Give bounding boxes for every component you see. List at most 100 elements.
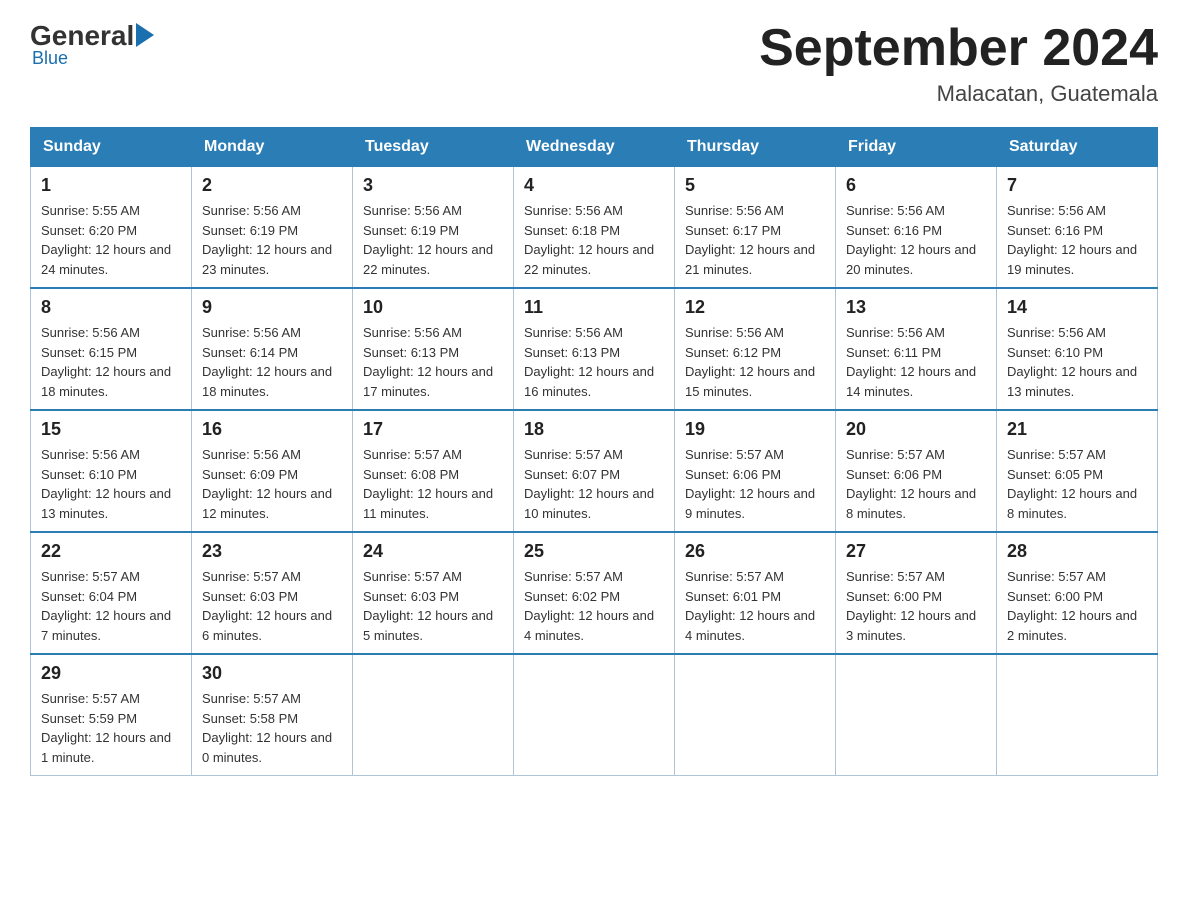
day-info: Sunrise: 5:55 AMSunset: 6:20 PMDaylight:… bbox=[41, 201, 181, 279]
day-number: 1 bbox=[41, 175, 181, 196]
logo-subtitle: Blue bbox=[32, 48, 68, 69]
day-info: Sunrise: 5:57 AMSunset: 6:03 PMDaylight:… bbox=[202, 567, 342, 645]
day-info: Sunrise: 5:56 AMSunset: 6:18 PMDaylight:… bbox=[524, 201, 664, 279]
daylight-text: Daylight: 12 hours and 13 minutes. bbox=[41, 486, 171, 521]
table-row: 13 Sunrise: 5:56 AMSunset: 6:11 PMDayligh… bbox=[836, 288, 997, 410]
day-info: Sunrise: 5:57 AMSunset: 5:59 PMDaylight:… bbox=[41, 689, 181, 767]
calendar-table: Sunday Monday Tuesday Wednesday Thursday… bbox=[30, 127, 1158, 776]
sunrise-text: Sunrise: 5:56 AM bbox=[685, 203, 784, 218]
sunset-text: Sunset: 6:19 PM bbox=[363, 223, 459, 238]
table-row: 8 Sunrise: 5:56 AMSunset: 6:15 PMDaylight… bbox=[31, 288, 192, 410]
table-row: 24 Sunrise: 5:57 AMSunset: 6:03 PMDayligh… bbox=[353, 532, 514, 654]
day-info: Sunrise: 5:57 AMSunset: 5:58 PMDaylight:… bbox=[202, 689, 342, 767]
sunrise-text: Sunrise: 5:57 AM bbox=[202, 691, 301, 706]
daylight-text: Daylight: 12 hours and 20 minutes. bbox=[846, 242, 976, 277]
day-number: 7 bbox=[1007, 175, 1147, 196]
sunset-text: Sunset: 6:05 PM bbox=[1007, 467, 1103, 482]
sunrise-text: Sunrise: 5:57 AM bbox=[685, 569, 784, 584]
daylight-text: Daylight: 12 hours and 15 minutes. bbox=[685, 364, 815, 399]
daylight-text: Daylight: 12 hours and 4 minutes. bbox=[685, 608, 815, 643]
daylight-text: Daylight: 12 hours and 17 minutes. bbox=[363, 364, 493, 399]
table-row: 2Sunrise: 5:56 AMSunset: 6:19 PMDaylight… bbox=[192, 167, 353, 289]
sunrise-text: Sunrise: 5:56 AM bbox=[202, 325, 301, 340]
day-number: 8 bbox=[41, 297, 181, 318]
sunset-text: Sunset: 6:17 PM bbox=[685, 223, 781, 238]
sunset-text: Sunset: 6:16 PM bbox=[846, 223, 942, 238]
sunrise-text: Sunrise: 5:56 AM bbox=[524, 325, 623, 340]
table-row: 26Sunrise: 5:57 AMSunset: 6:01 PMDayligh… bbox=[675, 532, 836, 654]
table-row: 30Sunrise: 5:57 AMSunset: 5:58 PMDayligh… bbox=[192, 654, 353, 776]
daylight-text: Daylight: 12 hours and 14 minutes. bbox=[846, 364, 976, 399]
daylight-text: Daylight: 12 hours and 0 minutes. bbox=[202, 730, 332, 765]
day-info: Sunrise: 5:56 AMSunset: 6:15 PMDaylight:… bbox=[41, 323, 181, 401]
logo-triangle-icon bbox=[136, 23, 154, 47]
day-number: 24 bbox=[363, 541, 503, 562]
table-row bbox=[514, 654, 675, 776]
daylight-text: Daylight: 12 hours and 8 minutes. bbox=[846, 486, 976, 521]
daylight-text: Daylight: 12 hours and 22 minutes. bbox=[363, 242, 493, 277]
sunset-text: Sunset: 6:13 PM bbox=[363, 345, 459, 360]
sunrise-text: Sunrise: 5:57 AM bbox=[685, 447, 784, 462]
sunset-text: Sunset: 6:15 PM bbox=[41, 345, 137, 360]
table-row: 7 Sunrise: 5:56 AMSunset: 6:16 PMDaylight… bbox=[997, 167, 1158, 289]
sunset-text: Sunset: 6:08 PM bbox=[363, 467, 459, 482]
sunrise-text: Sunrise: 5:57 AM bbox=[524, 569, 623, 584]
sunset-text: Sunset: 6:03 PM bbox=[202, 589, 298, 604]
sunset-text: Sunset: 6:06 PM bbox=[685, 467, 781, 482]
sunrise-text: Sunrise: 5:56 AM bbox=[41, 447, 140, 462]
day-info: Sunrise: 5:56 AMSunset: 6:16 PMDaylight:… bbox=[1007, 201, 1147, 279]
sunset-text: Sunset: 6:19 PM bbox=[202, 223, 298, 238]
daylight-text: Daylight: 12 hours and 11 minutes. bbox=[363, 486, 493, 521]
day-info: Sunrise: 5:57 AMSunset: 6:04 PMDaylight:… bbox=[41, 567, 181, 645]
day-info: Sunrise: 5:56 AMSunset: 6:09 PMDaylight:… bbox=[202, 445, 342, 523]
day-number: 5 bbox=[685, 175, 825, 196]
day-info: Sunrise: 5:57 AMSunset: 6:03 PMDaylight:… bbox=[363, 567, 503, 645]
sunrise-text: Sunrise: 5:57 AM bbox=[363, 569, 462, 584]
col-friday: Friday bbox=[836, 128, 997, 167]
sunset-text: Sunset: 6:13 PM bbox=[524, 345, 620, 360]
sunset-text: Sunset: 6:02 PM bbox=[524, 589, 620, 604]
daylight-text: Daylight: 12 hours and 16 minutes. bbox=[524, 364, 654, 399]
day-number: 20 bbox=[846, 419, 986, 440]
day-number: 2 bbox=[202, 175, 342, 196]
location: Malacatan, Guatemala bbox=[759, 81, 1158, 107]
sunrise-text: Sunrise: 5:56 AM bbox=[202, 447, 301, 462]
day-number: 18 bbox=[524, 419, 664, 440]
sunset-text: Sunset: 6:16 PM bbox=[1007, 223, 1103, 238]
sunrise-text: Sunrise: 5:56 AM bbox=[524, 203, 623, 218]
sunset-text: Sunset: 6:20 PM bbox=[41, 223, 137, 238]
daylight-text: Daylight: 12 hours and 21 minutes. bbox=[685, 242, 815, 277]
sunset-text: Sunset: 6:07 PM bbox=[524, 467, 620, 482]
sunrise-text: Sunrise: 5:57 AM bbox=[41, 691, 140, 706]
table-row: 5 Sunrise: 5:56 AM Sunset: 6:17 PM Daylight… bbox=[675, 167, 836, 289]
day-number: 14 bbox=[1007, 297, 1147, 318]
sunrise-text: Sunrise: 5:57 AM bbox=[363, 447, 462, 462]
table-row: 14Sunrise: 5:56 AMSunset: 6:10 PMDayligh… bbox=[997, 288, 1158, 410]
daylight-text: Daylight: 12 hours and 24 minutes. bbox=[41, 242, 171, 277]
day-info: Sunrise: 5:57 AM Sunset: 6:08 PM Daylight:… bbox=[363, 445, 503, 523]
day-number: 25 bbox=[524, 541, 664, 562]
day-number: 11 bbox=[524, 297, 664, 318]
sunset-text: Sunset: 6:14 PM bbox=[202, 345, 298, 360]
day-info: Sunrise: 5:57 AMSunset: 6:00 PMDaylight:… bbox=[1007, 567, 1147, 645]
sunset-text: Sunset: 6:00 PM bbox=[846, 589, 942, 604]
sunrise-text: Sunrise: 5:56 AM bbox=[363, 325, 462, 340]
day-number: 4 bbox=[524, 175, 664, 196]
daylight-text: Daylight: 12 hours and 5 minutes. bbox=[363, 608, 493, 643]
daylight-text: Daylight: 12 hours and 12 minutes. bbox=[202, 486, 332, 521]
table-row: 25Sunrise: 5:57 AMSunset: 6:02 PMDayligh… bbox=[514, 532, 675, 654]
sunrise-text: Sunrise: 5:57 AM bbox=[202, 569, 301, 584]
day-info: Sunrise: 5:56 AMSunset: 6:11 PMDaylight:… bbox=[846, 323, 986, 401]
col-monday: Monday bbox=[192, 128, 353, 167]
day-number: 17 bbox=[363, 419, 503, 440]
daylight-text: Daylight: 12 hours and 19 minutes. bbox=[1007, 242, 1137, 277]
day-number: 6 bbox=[846, 175, 986, 196]
day-number: 27 bbox=[846, 541, 986, 562]
sunrise-text: Sunrise: 5:56 AM bbox=[846, 325, 945, 340]
table-row bbox=[997, 654, 1158, 776]
day-number: 13 bbox=[846, 297, 986, 318]
table-row: 22Sunrise: 5:57 AMSunset: 6:04 PMDayligh… bbox=[31, 532, 192, 654]
sunrise-text: Sunrise: 5:57 AM bbox=[846, 447, 945, 462]
sunset-text: Sunset: 5:59 PM bbox=[41, 711, 137, 726]
sunrise-text: Sunrise: 5:57 AM bbox=[1007, 569, 1106, 584]
